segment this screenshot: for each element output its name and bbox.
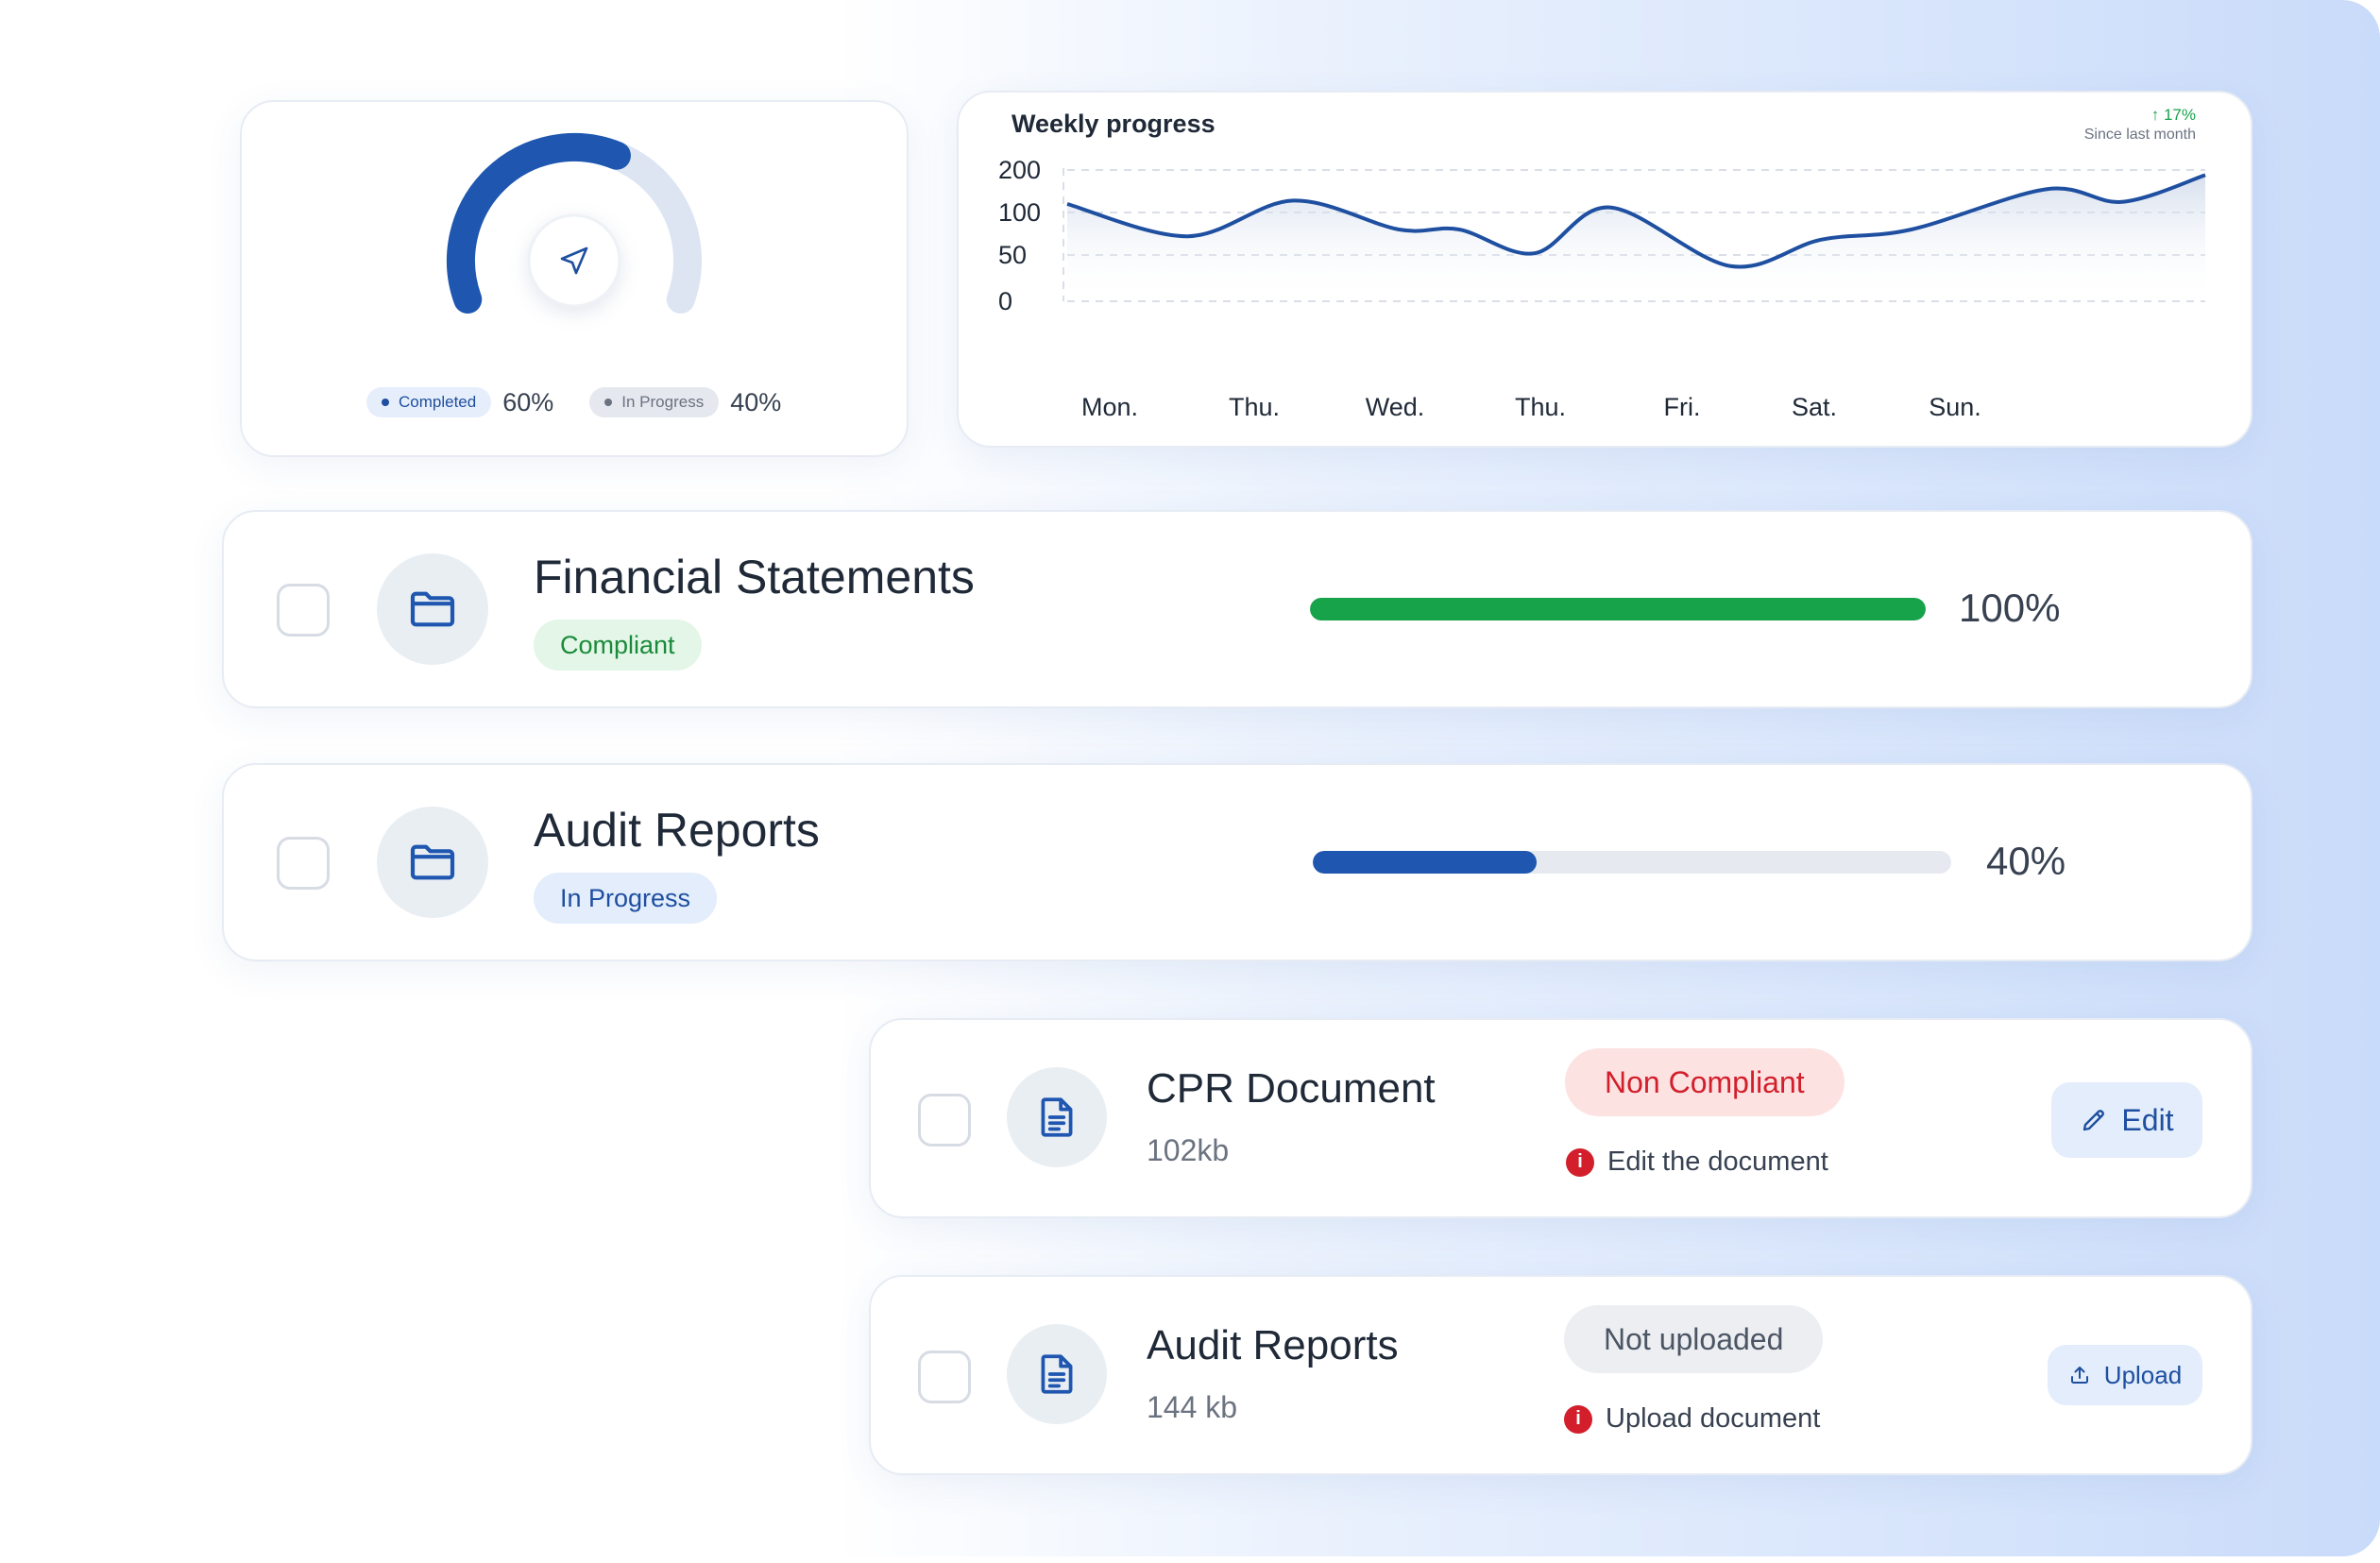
trend-caption: Since last month (2083, 127, 2196, 143)
document-row[interactable]: Audit Reports 144 kb Not uploaded i Uplo… (869, 1275, 2252, 1475)
x-tick-label: Sun. (1929, 393, 1981, 421)
x-tick-label: Fri. (1664, 393, 1701, 421)
progress-percentage: 100% (1959, 586, 2061, 630)
completed-percentage: 60% (502, 387, 554, 416)
weekly-progress-chart: 200 100 50 0 Mon. Thu. Wed. Thu. Fri. Sat. Sun. (998, 156, 2206, 421)
trend-value: ↑ 17% (2150, 106, 2196, 124)
in-progress-percentage: 40% (730, 387, 782, 416)
document-row[interactable]: CPR Document 102kb Non Compliant i Edit … (869, 1018, 2252, 1218)
completed-legend-label: Completed (399, 393, 477, 411)
y-tick-label: 100 (998, 198, 1041, 227)
upload-icon (2070, 1367, 2088, 1384)
folder-icon-container (377, 553, 488, 665)
status-badge: Non Compliant (1565, 1048, 1844, 1116)
arrow-up-icon: ↑ (2150, 106, 2160, 124)
folder-row[interactable]: Audit Reports In Progress 40% (222, 763, 2252, 961)
progress-bar (1310, 598, 1926, 620)
row-checkbox[interactable] (277, 837, 330, 890)
document-note: i Upload document (1564, 1403, 1820, 1435)
progress-bar-fill (1310, 598, 1926, 620)
folder-title: Financial Statements (534, 551, 975, 603)
chart-title: Weekly progress (1012, 110, 1216, 138)
y-tick-label: 200 (998, 156, 1041, 184)
y-tick-label: 0 (998, 287, 1012, 315)
error-info-icon: i (1564, 1404, 1592, 1434)
status-badge: Not uploaded (1564, 1305, 1824, 1373)
gauge-legend: Completed 60% In Progress 40% (366, 387, 781, 417)
x-tick-label: Thu. (1515, 393, 1566, 421)
folder-row[interactable]: Financial Statements Compliant 100% (222, 510, 2252, 708)
progress-bar (1313, 851, 1951, 874)
document-icon-container (1007, 1324, 1107, 1424)
completed-legend-badge: Completed (366, 387, 492, 417)
folder-title: Audit Reports (534, 804, 820, 857)
edit-button[interactable]: Edit (2051, 1082, 2202, 1158)
y-tick-label: 50 (998, 241, 1027, 269)
upload-button[interactable]: Upload (2048, 1345, 2202, 1405)
progress-percentage: 40% (1986, 839, 2066, 883)
x-tick-label: Mon. (1081, 393, 1138, 421)
in-progress-legend-label: In Progress (621, 393, 705, 411)
folder-icon (410, 844, 455, 880)
upload-button-label: Upload (2103, 1360, 2183, 1389)
document-size: 102kb (1147, 1133, 1230, 1167)
status-badge: In Progress (534, 873, 718, 924)
in-progress-legend-badge: In Progress (589, 387, 720, 417)
completed-dot-icon (382, 399, 389, 406)
in-progress-dot-icon (604, 399, 613, 406)
folder-icon (410, 591, 455, 627)
chart-area-fill (1067, 175, 2205, 301)
x-tick-label: Sat. (1792, 393, 1837, 421)
document-title: Audit Reports (1147, 1322, 1399, 1368)
edit-button-label: Edit (2121, 1102, 2174, 1137)
status-badge: Compliant (534, 620, 702, 671)
document-title: CPR Document (1147, 1065, 1436, 1112)
trend-indicator: ↑ 17% Since last month (2084, 106, 2196, 144)
row-checkbox[interactable] (277, 584, 330, 637)
error-info-icon: i (1566, 1147, 1594, 1177)
gauge-center-button (527, 213, 621, 308)
folder-icon-container (377, 807, 488, 918)
x-tick-label: Thu. (1229, 393, 1280, 421)
x-tick-label: Wed. (1366, 393, 1425, 421)
document-icon (1041, 1354, 1073, 1394)
pencil-icon (2083, 1110, 2105, 1131)
row-checkbox[interactable] (918, 1351, 971, 1403)
document-size: 144 kb (1147, 1390, 1238, 1424)
completion-gauge-card: Completed 60% In Progress 40% (240, 100, 909, 457)
row-checkbox[interactable] (918, 1094, 971, 1147)
document-note-text: Upload document (1606, 1403, 1821, 1434)
document-note-text: Edit the document (1607, 1147, 1828, 1177)
document-icon-container (1007, 1067, 1107, 1167)
weekly-progress-card: 200 100 50 0 Mon. Thu. Wed. Thu. Fri. Sat. Sun. W… (957, 91, 2252, 448)
document-icon (1041, 1097, 1073, 1137)
progress-bar-fill (1313, 851, 1537, 874)
document-note: i Edit the document (1566, 1147, 1828, 1178)
